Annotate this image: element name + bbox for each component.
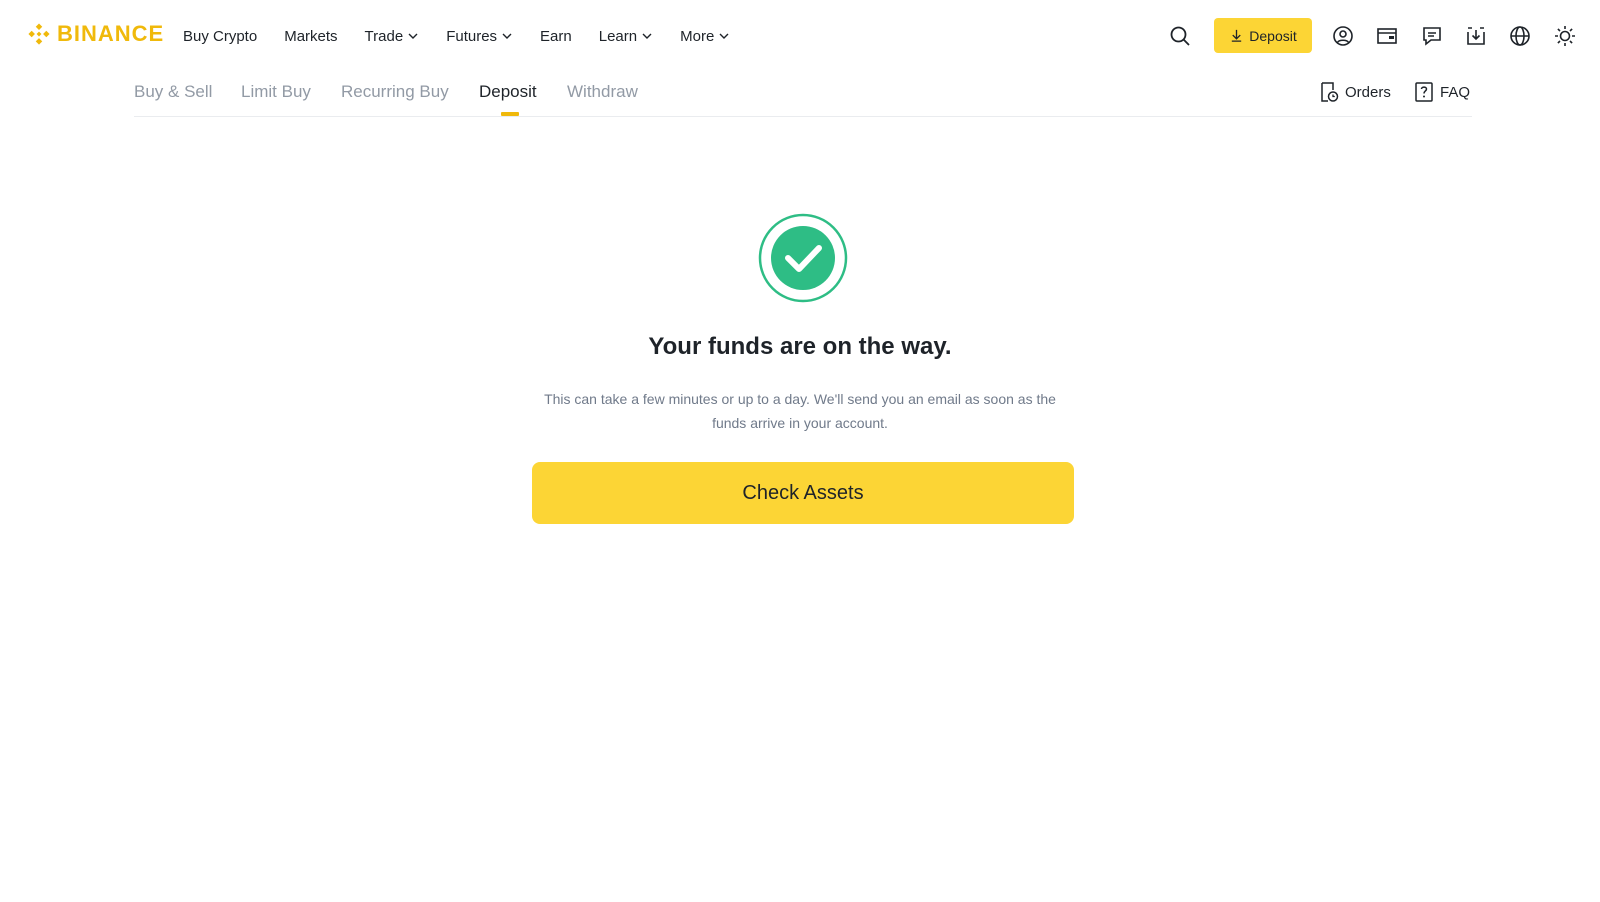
- chevron-down-icon: [502, 33, 512, 39]
- wallet-icon[interactable]: [1375, 24, 1399, 48]
- header-deposit-button[interactable]: Deposit: [1214, 18, 1312, 53]
- nav-trade[interactable]: Trade: [365, 24, 420, 48]
- binance-logo-icon: [28, 23, 50, 45]
- orders-label: Orders: [1345, 83, 1391, 101]
- nav-futures[interactable]: Futures: [446, 24, 513, 48]
- success-description: This can take a few minutes or up to a d…: [544, 391, 1056, 431]
- search-icon[interactable]: [1168, 24, 1192, 48]
- faq-icon: [1415, 82, 1433, 102]
- faq-label: FAQ: [1440, 83, 1471, 101]
- brand-name: BINANCE: [57, 21, 165, 46]
- active-tab-indicator: [501, 112, 519, 116]
- tab-withdraw[interactable]: Withdraw: [567, 82, 638, 102]
- nav-label: Learn: [598, 27, 638, 45]
- check-assets-label: Check Assets: [742, 481, 864, 504]
- faq-link[interactable]: FAQ: [1413, 81, 1470, 103]
- nav-label: Futures: [446, 27, 498, 45]
- nav-label: Markets: [284, 27, 338, 45]
- chevron-down-icon: [408, 33, 418, 39]
- tab-recurring-buy[interactable]: Recurring Buy: [341, 82, 449, 102]
- globe-icon[interactable]: [1508, 24, 1532, 48]
- nav-label: Buy Crypto: [183, 27, 258, 45]
- orders-link[interactable]: Orders: [1318, 81, 1391, 103]
- binance-logo[interactable]: BINANCE: [26, 21, 164, 47]
- nav-markets[interactable]: Markets: [284, 24, 337, 48]
- main-nav: Buy Crypto Markets Trade Futures Earn Le…: [183, 24, 757, 48]
- user-icon[interactable]: [1331, 24, 1355, 48]
- download-icon: [1232, 29, 1242, 42]
- nav-more[interactable]: More: [680, 24, 730, 48]
- nav-label: Trade: [364, 27, 404, 45]
- sub-nav: Buy & Sell Limit Buy Recurring Buy Depos…: [134, 78, 1472, 117]
- nav-earn[interactable]: Earn: [540, 24, 572, 48]
- tab-limit-buy[interactable]: Limit Buy: [241, 82, 311, 102]
- deposit-label: Deposit: [1249, 27, 1297, 44]
- tab-deposit[interactable]: Deposit: [479, 82, 537, 102]
- success-title: Your funds are on the way.: [648, 333, 952, 360]
- download-tray-icon[interactable]: [1464, 24, 1488, 48]
- tab-buy-sell[interactable]: Buy & Sell: [134, 82, 212, 102]
- orders-icon: [1321, 82, 1339, 102]
- nav-buy-crypto[interactable]: Buy Crypto: [183, 24, 257, 48]
- nav-label: More: [680, 27, 715, 45]
- message-icon[interactable]: [1420, 24, 1444, 48]
- nav-learn[interactable]: Learn: [599, 24, 653, 48]
- success-check-icon: [758, 213, 848, 303]
- chevron-down-icon: [719, 33, 729, 39]
- nav-label: Earn: [540, 27, 572, 45]
- top-header: BINANCE Buy Crypto Markets Trade Futures…: [0, 0, 1600, 72]
- sun-icon[interactable]: [1553, 24, 1577, 48]
- check-assets-button[interactable]: Check Assets: [532, 462, 1074, 524]
- chevron-down-icon: [642, 33, 652, 39]
